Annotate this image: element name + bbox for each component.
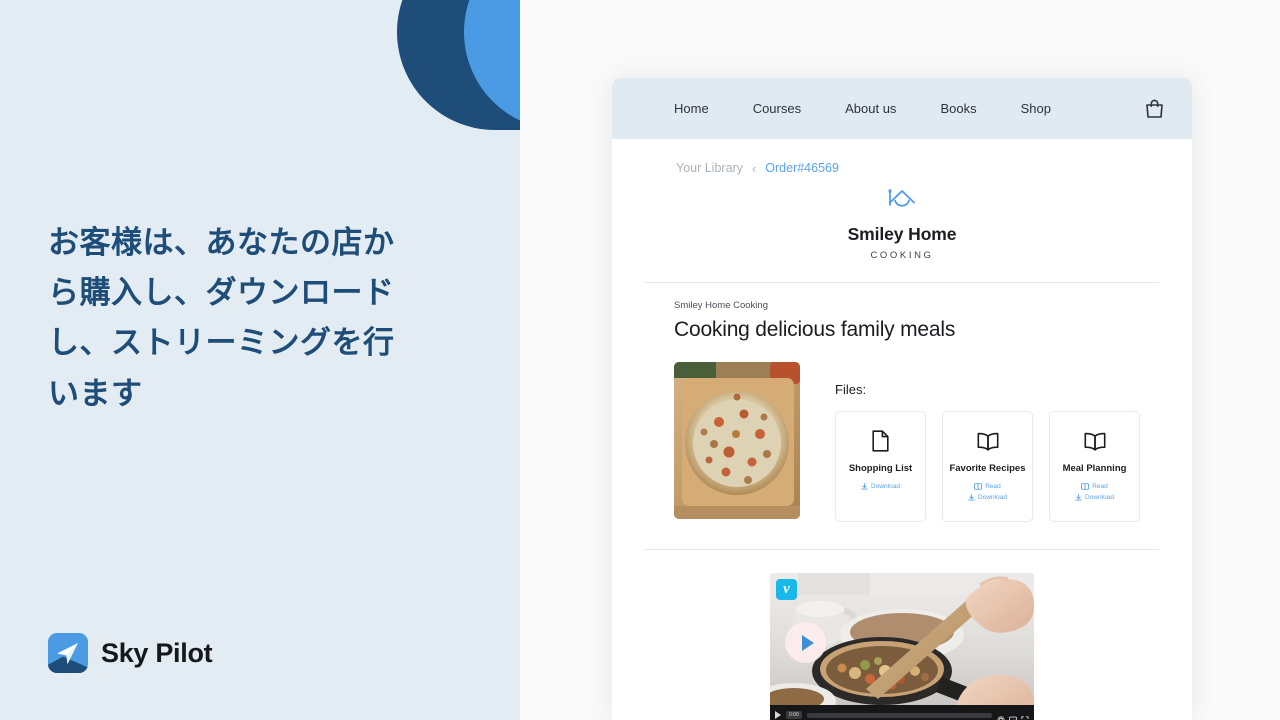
gear-icon[interactable]	[997, 711, 1005, 720]
download-link[interactable]: Download	[1075, 494, 1114, 501]
picture-in-picture-icon[interactable]	[1009, 711, 1017, 720]
product-thumbnail	[674, 362, 800, 519]
storefront-window: Home Courses About us Books Shop Your Li…	[612, 78, 1192, 720]
breadcrumb-current-order[interactable]: Order#46569	[765, 161, 839, 175]
paper-plane-icon	[48, 633, 88, 673]
file-cards: Shopping List Download Favorite Recipes …	[835, 411, 1140, 522]
file-card-meal-planning[interactable]: Meal Planning Read Download	[1049, 411, 1140, 522]
sky-pilot-brand: Sky Pilot	[48, 633, 213, 673]
download-link[interactable]: Download	[968, 494, 1007, 501]
book-icon	[1084, 428, 1106, 454]
book-open-icon	[1081, 483, 1090, 490]
nav-item-books[interactable]: Books	[940, 101, 976, 116]
smiley-house-icon	[878, 183, 926, 217]
read-label: Read	[1092, 483, 1108, 490]
fullscreen-icon[interactable]	[1021, 711, 1029, 720]
play-button-icon[interactable]	[785, 622, 826, 663]
product-row: Files: Shopping List Download Favorite R…	[674, 362, 1192, 522]
nav-item-home[interactable]: Home	[674, 101, 709, 116]
document-icon	[872, 428, 889, 454]
file-actions: Read Download	[1075, 483, 1114, 501]
video-time: 0:00	[786, 711, 802, 719]
screenshot-root: お客様は、あなたの店から購入し、ダウンロードし、ストリーミングを行います Sky…	[0, 0, 1280, 720]
file-actions: Download	[861, 483, 900, 490]
file-card-favorite-recipes[interactable]: Favorite Recipes Read Download	[942, 411, 1033, 522]
store-name: Smiley Home	[847, 224, 957, 244]
book-icon	[977, 428, 999, 454]
read-link[interactable]: Read	[974, 483, 1001, 490]
files-section: Files: Shopping List Download Favorite R…	[835, 362, 1140, 522]
breadcrumb: Your Library ‹ Order#46569	[612, 139, 1192, 175]
divider-top	[645, 282, 1159, 283]
video-player[interactable]: v 0:00	[770, 573, 1034, 720]
product-kicker: Smiley Home Cooking	[674, 300, 768, 311]
store-tagline: COOKING	[870, 250, 934, 261]
files-label: Files:	[835, 382, 867, 397]
file-name: Favorite Recipes	[949, 463, 1026, 474]
file-actions: Read Download	[968, 483, 1007, 501]
download-icon	[1075, 494, 1082, 501]
download-link[interactable]: Download	[861, 483, 900, 490]
download-icon	[968, 494, 975, 501]
nav-item-about-us[interactable]: About us	[845, 101, 896, 116]
store-logo: Smiley Home COOKING	[612, 183, 1192, 261]
nav-item-shop[interactable]: Shop	[1021, 101, 1051, 116]
download-icon	[861, 483, 868, 490]
download-label: Download	[871, 483, 900, 490]
promo-headline: お客様は、あなたの店から購入し、ダウンロードし、ストリーミングを行います	[48, 225, 395, 411]
file-name: Meal Planning	[1062, 463, 1127, 474]
vimeo-logo[interactable]: v	[776, 579, 797, 600]
decorative-shapes	[0, 0, 520, 200]
video-progress-bar[interactable]	[806, 712, 992, 718]
read-link[interactable]: Read	[1081, 483, 1108, 490]
breadcrumb-parent[interactable]: Your Library	[676, 161, 743, 175]
nav-item-courses[interactable]: Courses	[753, 101, 801, 116]
shopping-bag-icon[interactable]	[1145, 98, 1164, 119]
site-navbar: Home Courses About us Books Shop	[612, 78, 1192, 139]
read-label: Read	[985, 483, 1001, 490]
download-label: Download	[978, 494, 1007, 501]
chevron-left-icon: ‹	[751, 160, 757, 176]
brand-name: Sky Pilot	[101, 637, 213, 668]
video-controls: 0:00	[770, 705, 1034, 720]
file-name: Shopping List	[848, 463, 913, 474]
divider-bottom	[645, 549, 1159, 550]
nav-links: Home Courses About us Books Shop	[612, 101, 1145, 116]
download-label: Download	[1085, 494, 1114, 501]
left-promo-panel: お客様は、あなたの店から購入し、ダウンロードし、ストリーミングを行います Sky…	[0, 0, 520, 720]
book-open-icon	[974, 483, 983, 490]
video-control-icons	[997, 711, 1029, 720]
product-title: Cooking delicious family meals	[674, 318, 956, 341]
play-icon[interactable]	[775, 711, 781, 719]
file-card-shopping-list[interactable]: Shopping List Download	[835, 411, 926, 522]
